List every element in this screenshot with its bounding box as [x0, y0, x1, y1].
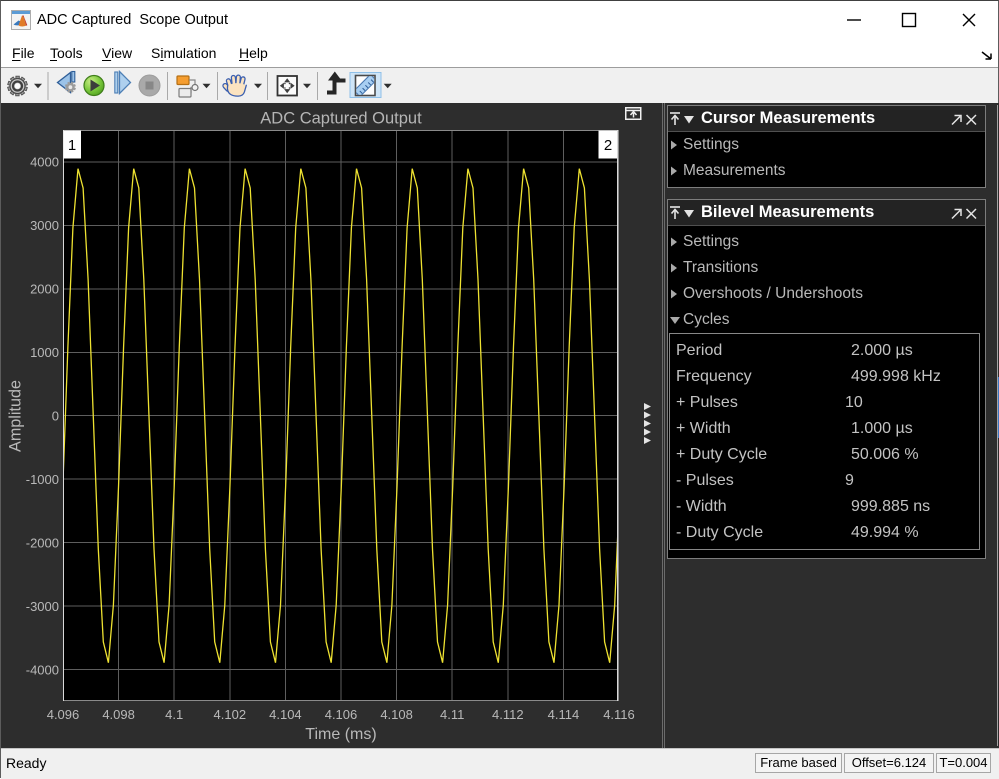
svg-text:-2000: -2000 — [26, 535, 59, 550]
svg-text:4.096: 4.096 — [47, 707, 80, 722]
svg-text:4.114: 4.114 — [548, 707, 580, 722]
svg-text:4.104: 4.104 — [269, 707, 302, 722]
svg-text:-1000: -1000 — [26, 472, 59, 487]
svg-text:4.1: 4.1 — [165, 707, 183, 722]
svg-text:1000: 1000 — [30, 345, 59, 360]
svg-text:4.112: 4.112 — [492, 707, 524, 722]
svg-text:4.106: 4.106 — [325, 707, 358, 722]
svg-text:4.108: 4.108 — [380, 707, 413, 722]
svg-text:4.116: 4.116 — [603, 707, 635, 722]
svg-text:4000: 4000 — [30, 155, 59, 170]
svg-text:-3000: -3000 — [26, 599, 59, 614]
svg-text:ADC Captured Output: ADC Captured Output — [260, 110, 422, 128]
svg-text:2000: 2000 — [30, 282, 59, 297]
svg-text:4.102: 4.102 — [214, 707, 247, 722]
svg-text:-4000: -4000 — [26, 662, 59, 677]
svg-text:4.098: 4.098 — [102, 707, 135, 722]
svg-text:0: 0 — [52, 409, 59, 424]
svg-text:4.11: 4.11 — [440, 707, 464, 722]
svg-text:Amplitude: Amplitude — [7, 380, 25, 452]
svg-text:3000: 3000 — [30, 218, 59, 233]
svg-text:2: 2 — [604, 137, 612, 154]
svg-text:Time (ms): Time (ms) — [305, 726, 376, 743]
svg-text:1: 1 — [68, 137, 76, 154]
